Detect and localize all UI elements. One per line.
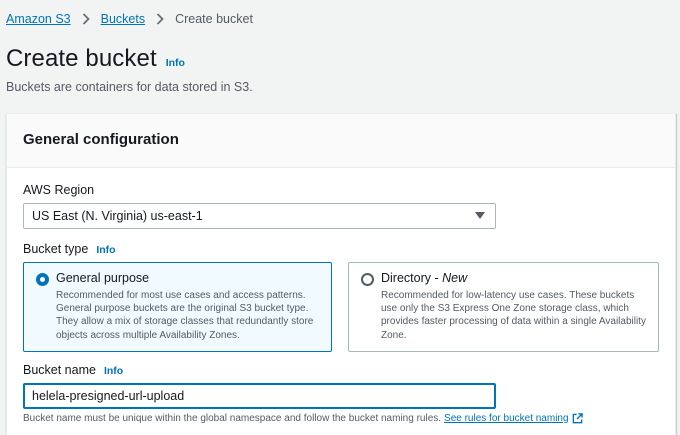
bucket-name-hint: Bucket name must be unique within the gl… [23,413,583,424]
new-badge: New [442,271,468,285]
breadcrumb: Amazon S3 Buckets Create bucket [6,11,253,27]
section-title: General configuration [23,131,179,148]
naming-rules-link[interactable]: See rules for bucket naming [444,413,569,424]
radio-unselected[interactable] [361,273,374,286]
region-select-value: US East (N. Virginia) us-east-1 [32,209,203,223]
bucket-type-label: Bucket type Info [23,242,116,256]
breadcrumb-amazon-s3[interactable]: Amazon S3 [6,11,71,27]
region-label: AWS Region [23,183,94,197]
region-label-text: AWS Region [23,183,95,197]
option-directory[interactable]: Directory - New Recommended for low-late… [348,262,659,352]
hint-text: Bucket name must be unique within the gl… [23,413,442,424]
option-description: Recommended for most use cases and acces… [56,290,314,341]
bucket-type-label-text: Bucket type [23,242,89,256]
radio-selected[interactable] [36,273,49,286]
option-description: Recommended for low-latency use cases. T… [381,290,646,341]
bucket-name-label-text: Bucket name [23,363,96,377]
create-bucket-page: Amazon S3 Buckets Create bucket Create b… [0,0,680,435]
breadcrumb-buckets[interactable]: Buckets [101,11,145,27]
option-title-text: Directory - [381,271,443,285]
bucket-type-info-link[interactable]: Info [96,244,115,256]
page-title: Create bucket [6,45,157,72]
caret-down-icon [475,212,485,219]
option-title: Directory - New [381,271,648,285]
option-title: General purpose [56,271,150,285]
page-description: Buckets are containers for data stored i… [6,80,253,94]
bucket-name-label: Bucket name Info [23,363,123,377]
external-link-icon [572,413,583,424]
chevron-right-icon [81,11,91,27]
option-general-purpose[interactable]: General purpose Recommended for most use… [23,262,332,352]
chevron-right-icon [155,11,165,27]
header-info-link[interactable]: Info [166,57,185,69]
breadcrumb-current: Create bucket [175,12,253,26]
page-header: Create bucket Info [6,45,185,73]
panel-header: General configuration [7,114,675,168]
bucket-name-info-link[interactable]: Info [104,365,123,377]
bucket-name-input[interactable] [23,383,496,409]
region-select[interactable]: US East (N. Virginia) us-east-1 [23,203,496,229]
general-configuration-panel: General configuration AWS Region US East… [6,113,676,435]
